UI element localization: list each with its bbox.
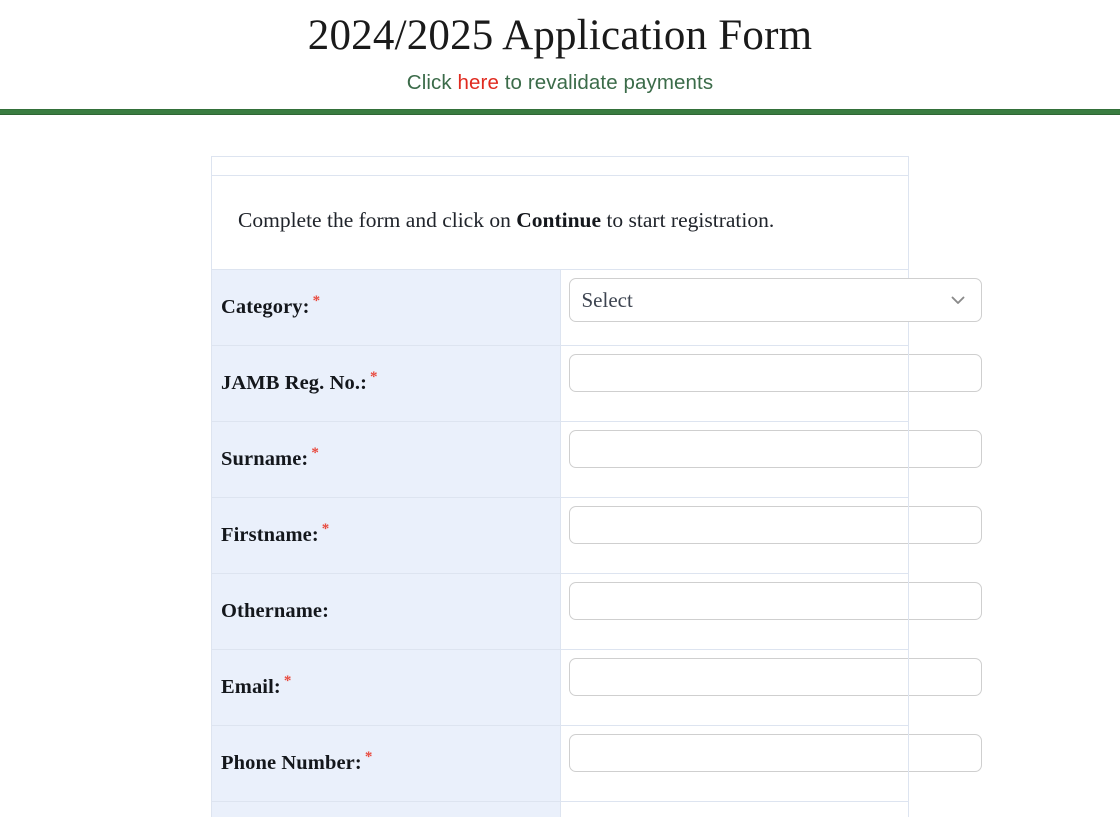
label-othername: Othername:	[211, 573, 561, 651]
field-category: Select	[559, 269, 982, 347]
page-title: 2024/2025 Application Form	[307, 12, 813, 59]
table-header-cell	[211, 156, 909, 177]
required-marker: *	[321, 521, 330, 538]
firstname-input[interactable]	[568, 506, 982, 545]
revalidate-payments-notice: Click here to revalidate payments	[0, 60, 1120, 95]
field-surname	[559, 421, 982, 499]
table-header-row	[211, 156, 909, 177]
instruction-suffix: to start registration.	[601, 208, 775, 233]
table-row: Phone Number: *	[211, 725, 982, 803]
label-text: Category:	[221, 296, 310, 319]
required-marker: *	[312, 293, 321, 310]
label-firstname: Firstname: *	[211, 497, 561, 575]
revalidate-payments-link[interactable]: here	[458, 71, 499, 94]
label-text: Phone Number:	[221, 752, 362, 775]
label-text: Email:	[221, 676, 281, 699]
othername-input[interactable]	[568, 582, 982, 621]
field-next-row	[559, 801, 909, 817]
instruction-text: Complete the form and click on Continue …	[211, 175, 909, 271]
instruction-prefix: Complete the form and click on	[238, 208, 517, 233]
label-phone-number: Phone Number: *	[211, 725, 561, 803]
field-jamb-reg-no	[559, 345, 982, 423]
subtitle-prefix-text: Click	[406, 71, 458, 95]
field-othername	[559, 573, 982, 651]
table-row: Firstname: *	[211, 497, 982, 575]
label-category: Category: *	[211, 269, 561, 347]
phone-number-input[interactable]	[568, 734, 982, 773]
table-row: Surname: *	[211, 421, 982, 499]
application-form-container: Complete the form and click on Continue …	[0, 115, 1120, 817]
instruction-continue-emphasis: Continue	[516, 208, 602, 233]
table-row: JAMB Reg. No.: *	[211, 345, 982, 423]
label-next-row	[211, 801, 561, 817]
category-select[interactable]: Select	[568, 278, 982, 323]
label-surname: Surname: *	[211, 421, 561, 499]
field-email	[559, 649, 982, 727]
field-firstname	[559, 497, 982, 575]
instruction-row: Complete the form and click on Continue …	[211, 175, 909, 271]
required-marker: *	[370, 369, 378, 386]
label-email: Email: *	[211, 649, 561, 727]
category-select-wrapper[interactable]: Select	[568, 278, 982, 323]
table-row-partial	[211, 801, 909, 817]
table-row: Othername:	[211, 573, 982, 651]
table-row: Category: * Select	[211, 269, 982, 347]
table-row: Email: *	[211, 649, 982, 727]
label-jamb-reg-no: JAMB Reg. No.: *	[211, 345, 561, 423]
jamb-reg-no-input[interactable]	[568, 354, 982, 393]
surname-input[interactable]	[568, 430, 982, 469]
label-text: JAMB Reg. No.:	[221, 372, 368, 395]
page-header: 2024/2025 Application Form Click here to…	[0, 0, 1120, 95]
field-phone-number	[559, 725, 982, 803]
label-text: Firstname:	[221, 524, 319, 547]
subtitle-suffix-text: to revalidate payments	[498, 71, 714, 95]
required-marker: *	[364, 749, 373, 766]
label-text: Surname:	[221, 448, 309, 471]
application-form-table: Complete the form and click on Continue …	[211, 156, 982, 817]
required-marker: *	[311, 445, 319, 462]
required-marker: *	[283, 673, 292, 690]
label-text: Othername:	[221, 600, 330, 623]
email-input[interactable]	[568, 658, 982, 697]
